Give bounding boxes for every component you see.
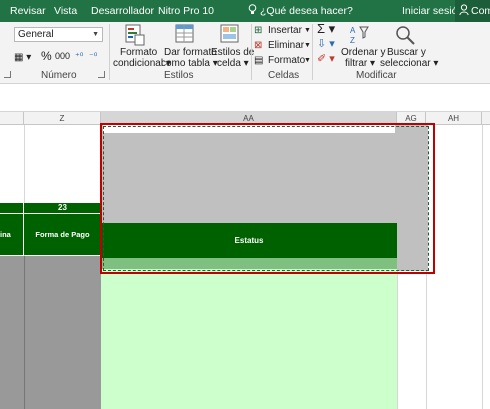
share-button[interactable]: Com xyxy=(455,0,490,22)
insert-button[interactable]: ⊞ Insertar ▼ xyxy=(254,24,311,37)
sort-filter-label-2: filtrar ▾ xyxy=(345,58,376,69)
column-header-z[interactable]: Z xyxy=(24,112,101,125)
table-cell[interactable] xyxy=(0,203,24,213)
user-icon xyxy=(459,4,469,16)
group-separator xyxy=(251,24,252,80)
table-icon xyxy=(175,24,194,43)
group-separator xyxy=(109,24,110,80)
autosum-icon[interactable]: Σ ▾ xyxy=(317,22,335,35)
format-as-table-label-1: Dar formato xyxy=(164,47,217,58)
magnifier-icon xyxy=(396,26,415,45)
column-header-y[interactable] xyxy=(0,112,24,125)
chevron-down-icon: ▼ xyxy=(304,57,311,64)
table-header-partial[interactable]: ina xyxy=(0,214,24,255)
table-body-column[interactable] xyxy=(24,256,101,409)
sheet-grid[interactable]: 23 ina Forma de Pago Estatus xyxy=(0,123,490,409)
group-label-editing: Modificar xyxy=(356,70,397,81)
sort-filter-button[interactable]: A Z Ordenar y filtrar ▾ xyxy=(339,24,385,69)
lightbulb-icon xyxy=(248,4,257,14)
group-label-cells: Celdas xyxy=(268,70,300,81)
cell-styles-icon xyxy=(220,24,239,43)
format-as-table-button[interactable]: Dar formato como tabla ▾ xyxy=(161,24,218,69)
find-select-button[interactable]: Buscar y seleccionar ▾ xyxy=(380,24,438,69)
cell-styles-label-2: celda ▾ xyxy=(217,58,249,69)
format-button[interactable]: ▤ Formato ▼ xyxy=(254,54,311,67)
conditional-format-button[interactable]: Formato condicional ▾ xyxy=(113,24,171,69)
format-label: Formato xyxy=(268,55,306,66)
tab-desarrollador[interactable]: Desarrollador xyxy=(91,5,154,17)
number-format-value: General xyxy=(18,29,54,40)
currency-icon[interactable]: ▦ ▾ xyxy=(14,52,31,63)
sort-filter-icon: A Z xyxy=(350,26,369,45)
chevron-down-icon: ▼ xyxy=(92,31,99,38)
formula-bar[interactable] xyxy=(0,84,490,112)
thousands-button[interactable]: 000 xyxy=(55,51,70,62)
table-body-column[interactable] xyxy=(0,256,24,409)
delete-label: Eliminar xyxy=(268,40,305,51)
cell-styles-label-1: Estilos de xyxy=(211,47,255,58)
percent-button[interactable]: % xyxy=(41,50,52,62)
group-label-number: Número xyxy=(41,70,77,81)
chevron-down-icon: ▼ xyxy=(304,42,311,49)
insert-icon: ⊞ xyxy=(254,25,263,36)
increase-decimal-icon[interactable]: ⁺⁰ xyxy=(75,51,83,62)
clear-eraser-icon[interactable]: ✐ ▾ xyxy=(317,54,335,65)
table-header-payment[interactable]: Forma de Pago xyxy=(24,214,101,255)
delete-icon: ⊠ xyxy=(254,40,263,51)
format-icon: ▤ xyxy=(254,55,264,66)
selection-highlight xyxy=(100,123,435,274)
tab-revisar[interactable]: Revisar xyxy=(10,5,46,17)
tell-me-search[interactable]: ¿Qué desea hacer? xyxy=(260,5,353,17)
chevron-down-icon: ▼ xyxy=(304,27,311,34)
group-label-styles: Estilos xyxy=(164,70,194,81)
format-as-table-label-2: como tabla ▾ xyxy=(161,58,218,69)
alignment-launcher-icon[interactable] xyxy=(4,71,11,78)
tab-vista[interactable]: Vista xyxy=(54,5,77,17)
fill-icon[interactable]: ⇩ ▾ xyxy=(317,39,335,50)
decrease-decimal-icon[interactable]: ⁻⁰ xyxy=(89,51,97,62)
ribbon-tab-bar: Revisar Vista Desarrollador Nitro Pro 10… xyxy=(0,0,490,22)
share-label: Com xyxy=(471,5,490,17)
svg-text:A: A xyxy=(350,26,356,35)
column-number-cell[interactable]: 23 xyxy=(24,203,101,213)
conditional-format-icon xyxy=(125,24,145,46)
gridline xyxy=(482,125,483,409)
find-select-label-1: Buscar y xyxy=(387,47,426,58)
find-select-label-2: seleccionar ▾ xyxy=(380,58,439,69)
number-launcher-icon[interactable] xyxy=(98,71,105,78)
group-separator xyxy=(312,24,313,80)
tab-nitro-pro[interactable]: Nitro Pro 10 xyxy=(158,5,214,17)
cell-styles-button[interactable]: Estilos de celda ▾ xyxy=(211,24,254,69)
svg-text:Z: Z xyxy=(350,36,355,45)
table-body-status[interactable] xyxy=(101,269,397,409)
ribbon-body: General ▼ ▦ ▾ % 000 ⁺⁰ ⁻⁰ Número Formato… xyxy=(0,22,490,84)
delete-button[interactable]: ⊠ Eliminar ▼ xyxy=(254,39,311,52)
insert-label: Insertar xyxy=(268,25,302,36)
conditional-format-label-1: Formato xyxy=(120,47,158,58)
sort-filter-label-1: Ordenar y xyxy=(341,47,386,58)
number-format-dropdown[interactable]: General ▼ xyxy=(14,27,103,42)
